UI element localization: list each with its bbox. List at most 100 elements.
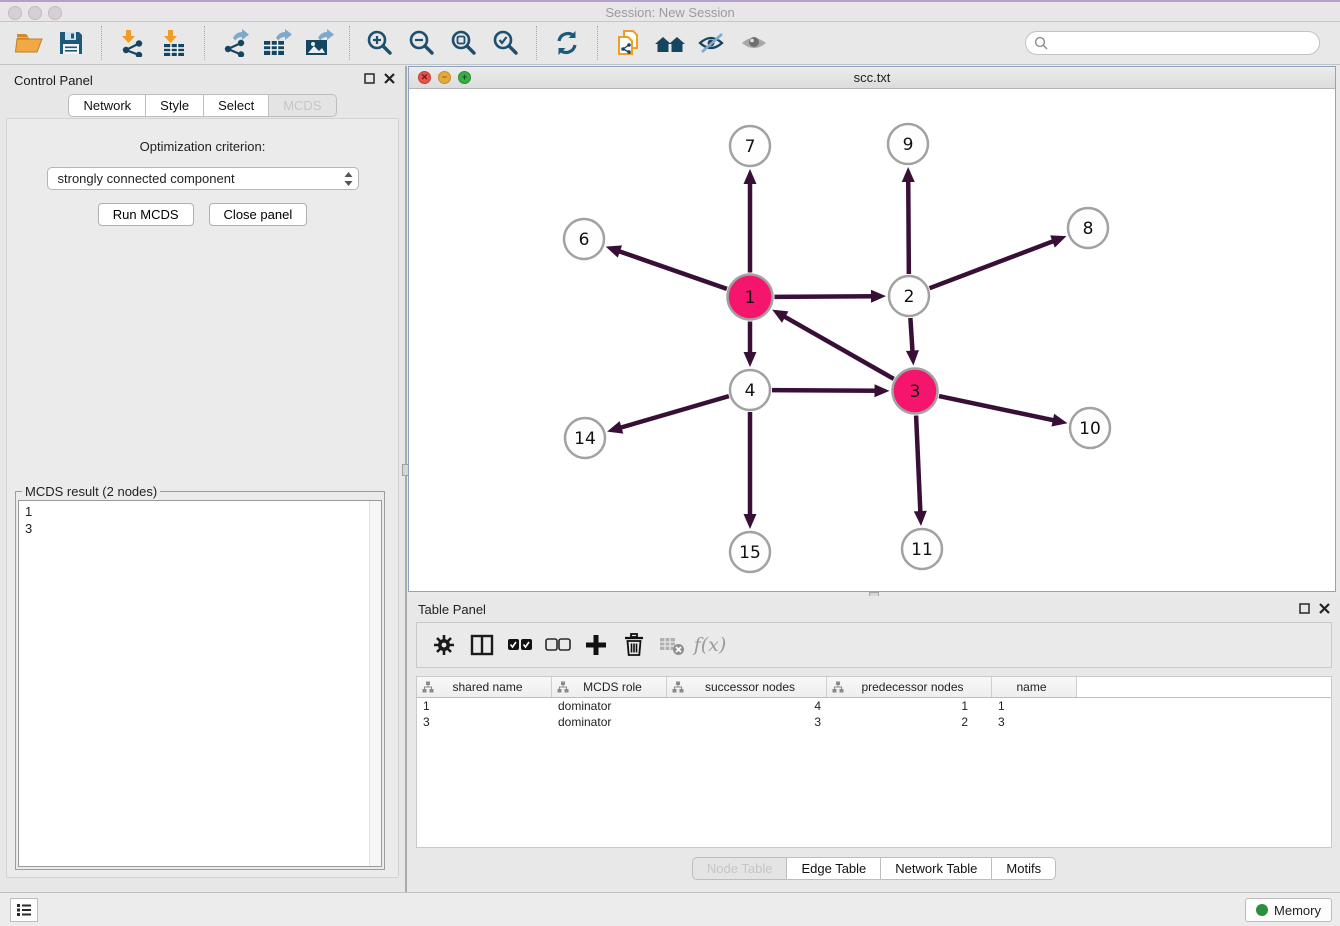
select-all-columns-button[interactable] xyxy=(503,629,537,661)
open-session-button[interactable] xyxy=(11,25,47,61)
graph-node-label-9: 9 xyxy=(903,135,914,155)
column-layout-button[interactable] xyxy=(465,629,499,661)
close-panel-icon[interactable] xyxy=(1319,603,1330,614)
zoom-out-icon xyxy=(408,29,436,57)
cell-successor-nodes: 3 xyxy=(667,715,827,729)
column-header-predecessor-nodes[interactable]: predecessor nodes xyxy=(827,677,992,697)
graph-edge-1-6[interactable] xyxy=(616,250,727,289)
graph-node-label-1: 1 xyxy=(745,288,756,308)
cell-mcds-role: dominator xyxy=(552,715,667,729)
close-panel-icon[interactable] xyxy=(384,73,395,84)
network-window-titlebar[interactable]: ✕ − + scc.txt xyxy=(409,67,1335,89)
zoom-in-icon xyxy=(366,29,394,57)
network-graph: 1234678910111415 xyxy=(409,89,1335,591)
criterion-dropdown-value: strongly connected component xyxy=(58,171,343,186)
result-scrollbar[interactable] xyxy=(369,501,381,866)
control-panel-tabs: Network Style Select MCDS xyxy=(0,94,405,117)
graph-edge-1-2[interactable] xyxy=(774,296,875,297)
import-network-button[interactable] xyxy=(114,25,150,61)
zoom-selected-icon xyxy=(492,29,520,57)
close-panel-button[interactable]: Close panel xyxy=(209,203,308,226)
export-image-button[interactable] xyxy=(301,25,337,61)
zoom-out-button[interactable] xyxy=(404,25,440,61)
toolbar-separator xyxy=(101,26,102,60)
graph-edge-2-3[interactable] xyxy=(910,318,912,355)
cell-name: 1 xyxy=(992,699,1077,713)
hide-selected-button[interactable] xyxy=(694,25,730,61)
tab-node-table[interactable]: Node Table xyxy=(692,857,788,880)
add-column-button[interactable] xyxy=(579,629,613,661)
refresh-button[interactable] xyxy=(549,25,585,61)
function-builder-button[interactable]: f(x) xyxy=(693,629,727,661)
column-header-name[interactable]: name xyxy=(992,677,1077,697)
cell-predecessor-nodes: 2 xyxy=(827,715,992,729)
deselect-all-columns-button[interactable] xyxy=(541,629,575,661)
tab-network-table[interactable]: Network Table xyxy=(881,857,992,880)
tab-style[interactable]: Style xyxy=(146,94,204,117)
graph-edge-3-1[interactable] xyxy=(782,315,894,379)
toolbar-separator xyxy=(349,26,350,60)
graph-edge-4-3[interactable] xyxy=(772,390,879,391)
graph-node-label-2: 2 xyxy=(904,287,915,307)
graph-edge-4-14[interactable] xyxy=(618,396,729,428)
cell-mcds-role: dominator xyxy=(552,699,667,713)
zoom-fit-button[interactable] xyxy=(446,25,482,61)
graph-edge-2-9[interactable] xyxy=(908,178,909,274)
table-toolbar: f(x) xyxy=(416,622,1332,668)
mcds-panel: Optimization criterion: strongly connect… xyxy=(6,118,399,878)
table-row[interactable]: 3 dominator 3 2 3 xyxy=(417,714,1331,730)
optimization-criterion-label: Optimization criterion: xyxy=(7,139,398,154)
result-line: 1 xyxy=(25,504,32,519)
split-divider[interactable] xyxy=(405,66,407,892)
graph-edge-2-8[interactable] xyxy=(930,240,1057,288)
export-table-icon xyxy=(262,29,292,57)
float-panel-icon[interactable] xyxy=(364,73,375,84)
cell-successor-nodes: 4 xyxy=(667,699,827,713)
import-table-button[interactable] xyxy=(156,25,192,61)
graph-node-label-10: 10 xyxy=(1079,419,1101,439)
export-table-button[interactable] xyxy=(259,25,295,61)
show-all-button[interactable] xyxy=(736,25,772,61)
refresh-icon xyxy=(553,29,581,57)
main-toolbar xyxy=(0,22,1340,65)
search-input[interactable] xyxy=(1053,36,1311,50)
table-row[interactable]: 1 dominator 4 1 1 xyxy=(417,698,1331,714)
mcds-result-box: MCDS result (2 nodes) 1 3 xyxy=(15,491,385,870)
mcds-result-list[interactable]: 1 3 xyxy=(19,501,369,866)
tab-select[interactable]: Select xyxy=(204,94,269,117)
titlebar: Session: New Session xyxy=(0,0,1340,22)
graph-edge-3-10[interactable] xyxy=(939,396,1057,421)
tab-mcds[interactable]: MCDS xyxy=(269,94,336,117)
network-window-title: scc.txt xyxy=(409,70,1335,85)
save-session-button[interactable] xyxy=(53,25,89,61)
zoom-selected-button[interactable] xyxy=(488,25,524,61)
home-button[interactable] xyxy=(652,25,688,61)
run-mcds-button[interactable]: Run MCDS xyxy=(98,203,194,226)
network-canvas[interactable]: 1234678910111415 xyxy=(409,89,1335,591)
memory-button[interactable]: Memory xyxy=(1245,898,1332,922)
tab-motifs[interactable]: Motifs xyxy=(992,857,1056,880)
graph-edge-3-11[interactable] xyxy=(916,415,920,515)
control-panel-title: Control Panel xyxy=(14,73,93,88)
eye-slash-icon xyxy=(697,30,727,56)
memory-status-icon xyxy=(1256,904,1268,916)
float-panel-icon[interactable] xyxy=(1299,603,1310,614)
table-settings-button[interactable] xyxy=(427,629,461,661)
delete-column-button[interactable] xyxy=(617,629,651,661)
criterion-dropdown[interactable]: strongly connected component xyxy=(47,167,359,190)
column-header-shared-name[interactable]: shared name xyxy=(417,677,552,697)
column-header-mcds-role[interactable]: MCDS role xyxy=(552,677,667,697)
tab-network[interactable]: Network xyxy=(68,94,146,117)
zoom-in-button[interactable] xyxy=(362,25,398,61)
zoom-fit-icon xyxy=(450,29,478,57)
export-network-button[interactable] xyxy=(217,25,253,61)
show-panels-button[interactable] xyxy=(10,898,38,922)
eye-icon xyxy=(739,31,769,55)
tab-edge-table[interactable]: Edge Table xyxy=(787,857,881,880)
table-tabs: Node Table Edge Table Network Table Moti… xyxy=(408,857,1340,880)
dropdown-stepper-icon xyxy=(343,171,354,187)
duplicate-network-button[interactable] xyxy=(610,25,646,61)
result-line: 3 xyxy=(25,521,32,536)
column-header-successor-nodes[interactable]: successor nodes xyxy=(667,677,827,697)
delete-table-button[interactable] xyxy=(655,629,689,661)
